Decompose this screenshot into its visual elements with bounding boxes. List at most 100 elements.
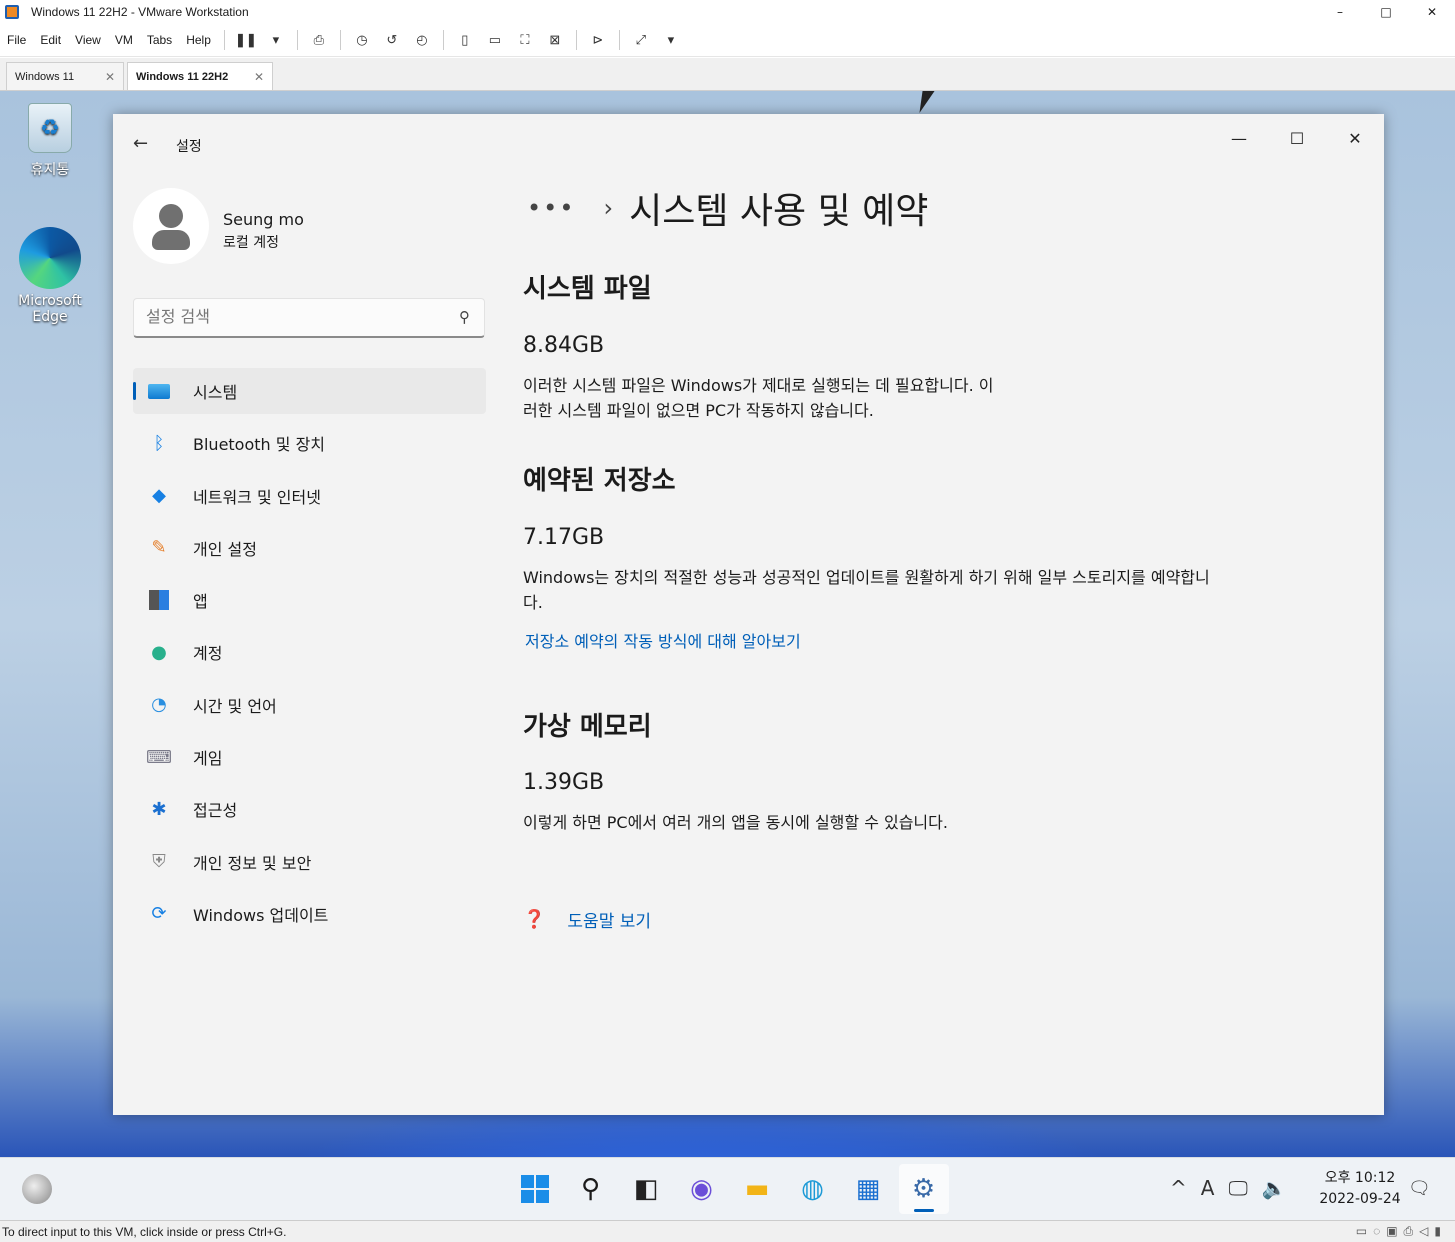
nav-item-windows-update[interactable]: ⟳ Windows 업데이트 xyxy=(133,891,486,937)
sidebar-toggle-icon[interactable]: ▯ xyxy=(454,29,476,51)
wifi-icon: ◆ xyxy=(152,485,166,507)
recycle-bin-icon: ♻ xyxy=(28,103,72,153)
edge-icon: ◍ xyxy=(801,1174,824,1204)
vmware-close-button[interactable]: ✕ xyxy=(1409,5,1455,19)
taskbar: ⚲ ◧ ◉ ▬ ◍ ▦ ⚙ ^ A 🖵 🔈 오후 10:12 2022-09-2… xyxy=(0,1157,1455,1220)
page-title: 시스템 사용 및 예약 xyxy=(629,191,929,232)
file-explorer-button[interactable]: ▬ xyxy=(732,1164,782,1214)
task-view-button[interactable]: ◧ xyxy=(621,1164,671,1214)
tab-close-icon[interactable]: ✕ xyxy=(254,70,264,84)
volume-icon[interactable]: 🔈 xyxy=(1262,1176,1287,1200)
nav-item-privacy[interactable]: ⛨ 개인 정보 및 보안 xyxy=(133,839,486,885)
nav-item-apps[interactable]: 앱 xyxy=(133,577,486,623)
thumbnail-bar-icon[interactable]: ▭ xyxy=(484,29,506,51)
help-link-label[interactable]: 도움말 보기 xyxy=(567,907,651,932)
taskbar-search-button[interactable]: ⚲ xyxy=(566,1164,616,1214)
bluetooth-icon: ᛒ xyxy=(153,432,165,454)
account-icon: ● xyxy=(151,641,167,663)
menu-tabs[interactable]: Tabs xyxy=(140,33,179,47)
avatar[interactable] xyxy=(133,188,209,264)
tab-windows-11-22h2[interactable]: Windows 11 22H2 ✕ xyxy=(127,62,273,90)
desktop-icon-edge[interactable]: Microsoft Edge xyxy=(5,227,95,325)
menu-edit[interactable]: Edit xyxy=(33,33,68,47)
nav-item-label: 앱 xyxy=(193,592,208,612)
nav-item-accessibility[interactable]: ✱ 접근성 xyxy=(133,786,486,832)
chat-button[interactable]: ◉ xyxy=(677,1164,727,1214)
start-icon xyxy=(521,1175,549,1203)
start-button[interactable] xyxy=(510,1164,560,1214)
settings-taskbar-button[interactable]: ⚙ xyxy=(898,1164,949,1214)
vmware-minimize-button[interactable]: – xyxy=(1317,5,1363,19)
update-icon: ⟳ xyxy=(151,903,167,925)
account-type: 로컬 계정 xyxy=(223,235,279,251)
breadcrumb-overflow-button[interactable]: ••• xyxy=(527,194,575,222)
pause-icon[interactable]: ❚❚ xyxy=(235,29,257,51)
vmware-maximize-button[interactable]: □ xyxy=(1363,5,1409,19)
avatar-body xyxy=(152,230,190,250)
console-icon[interactable]: ⊳ xyxy=(587,29,609,51)
vmware-titlebar: Windows 11 22H2 - VMware Workstation – □… xyxy=(0,0,1455,24)
nav-item-label: 시스템 xyxy=(193,383,238,402)
nav-item-label: 접근성 xyxy=(193,801,238,821)
window-title: Windows 11 22H2 - VMware Workstation xyxy=(31,5,249,19)
network-icon[interactable]: 🖵 xyxy=(1228,1176,1247,1200)
reserved-storage-description: Windows는 장치의 적절한 성능과 성공적인 업데이트를 원활하게 하기 … xyxy=(523,565,1210,615)
system-files-description: 이러한 시스템 파일은 Windows가 제대로 실행되는 데 필요합니다. 이… xyxy=(523,373,993,423)
help-link[interactable]: ❓ 도움말 보기 xyxy=(523,907,651,932)
description-line: 이렇게 하면 PC에서 여러 개의 앱을 동시에 실행할 수 있습니다. xyxy=(523,813,948,832)
notification-icon[interactable]: 🗨 xyxy=(1408,1178,1431,1199)
snapshot-manager-icon[interactable]: ◴ xyxy=(411,29,433,51)
menu-view[interactable]: View xyxy=(68,33,108,47)
edge-button[interactable]: ◍ xyxy=(788,1164,838,1214)
toolbar-separator xyxy=(339,30,341,50)
back-arrow-icon[interactable]: ← xyxy=(133,133,148,154)
desktop-icon-label: Microsoft Edge xyxy=(18,293,82,325)
system-files-size: 8.84GB xyxy=(523,333,605,358)
desktop-icon-recycle-bin[interactable]: ♻ 휴지통 xyxy=(5,103,95,179)
toolbar-separator xyxy=(442,30,444,50)
fullscreen-icon[interactable]: ⛶ xyxy=(514,29,536,51)
description-line: Windows는 장치의 적절한 성능과 성공적인 업데이트를 원활하게 하기 … xyxy=(523,568,1210,587)
toolbar-separator xyxy=(575,30,577,50)
search-input[interactable] xyxy=(146,307,436,326)
snapshot-icon[interactable]: ◷ xyxy=(351,29,373,51)
unity-icon[interactable]: ⊠ xyxy=(544,29,566,51)
revert-snapshot-icon[interactable]: ↺ xyxy=(381,29,403,51)
menu-file[interactable]: File xyxy=(0,33,33,47)
vmware-menubar: File Edit View VM Tabs Help ❚❚ ▾ ⎙ ◷ ↺ ◴… xyxy=(0,24,1455,57)
ime-indicator[interactable]: A xyxy=(1201,1176,1215,1200)
tab-close-icon[interactable]: ✕ xyxy=(105,70,115,84)
search-icon[interactable]: ⚲ xyxy=(459,308,470,326)
nav-item-personalization[interactable]: ✎ 개인 설정 xyxy=(133,525,486,571)
vmware-statusbar: To direct input to this VM, click inside… xyxy=(0,1220,1455,1242)
reserved-storage-learn-more-link[interactable]: 저장소 예약의 작동 방식에 대해 알아보기 xyxy=(525,628,801,652)
stretch-icon[interactable]: ⤢ xyxy=(630,29,652,51)
nav-item-accounts[interactable]: ● 계정 xyxy=(133,629,486,675)
nav-item-time-language[interactable]: ◔ 시간 및 언어 xyxy=(133,682,486,728)
task-view-icon: ◧ xyxy=(633,1174,659,1204)
stretch-dropdown-icon[interactable]: ▾ xyxy=(660,29,682,51)
settings-close-button[interactable]: ✕ xyxy=(1332,124,1378,154)
settings-search-box[interactable]: ⚲ xyxy=(133,298,485,338)
nav-item-gaming[interactable]: ⌨ 게임 xyxy=(133,734,486,780)
widgets-icon[interactable] xyxy=(22,1174,52,1204)
description-line: 러한 시스템 파일이 없으면 PC가 작동하지 않습니다. xyxy=(523,401,874,420)
settings-window: ← 설정 — ☐ ✕ Seung mo 로컬 계정 ⚲ 시스템 ᛒ Blueto… xyxy=(113,114,1384,1115)
settings-maximize-button[interactable]: ☐ xyxy=(1274,124,1320,154)
nav-item-system[interactable]: 시스템 xyxy=(133,368,486,414)
dropdown-arrow-icon[interactable]: ▾ xyxy=(265,29,287,51)
virtual-memory-size: 1.39GB xyxy=(523,770,605,795)
send-ctrl-alt-del-icon[interactable]: ⎙ xyxy=(308,29,330,51)
device-status-icons[interactable]: ▭◌▣⎙◁▮ xyxy=(1356,1224,1447,1239)
nav-item-bluetooth[interactable]: ᛒ Bluetooth 및 장치 xyxy=(133,420,486,466)
taskbar-clock[interactable]: 오후 10:12 2022-09-24 xyxy=(1318,1168,1402,1210)
store-button[interactable]: ▦ xyxy=(843,1164,893,1214)
nav-item-network[interactable]: ◆ 네트워크 및 인터넷 xyxy=(133,473,486,519)
chevron-up-icon[interactable]: ^ xyxy=(1170,1176,1187,1200)
menu-vm[interactable]: VM xyxy=(108,33,140,47)
nav-item-label: 개인 정보 및 보안 xyxy=(193,853,312,873)
virtual-memory-description: 이렇게 하면 PC에서 여러 개의 앱을 동시에 실행할 수 있습니다. xyxy=(523,810,948,835)
menu-help[interactable]: Help xyxy=(179,33,218,47)
tab-windows-11[interactable]: Windows 11 ✕ xyxy=(6,62,124,90)
settings-minimize-button[interactable]: — xyxy=(1216,124,1262,154)
